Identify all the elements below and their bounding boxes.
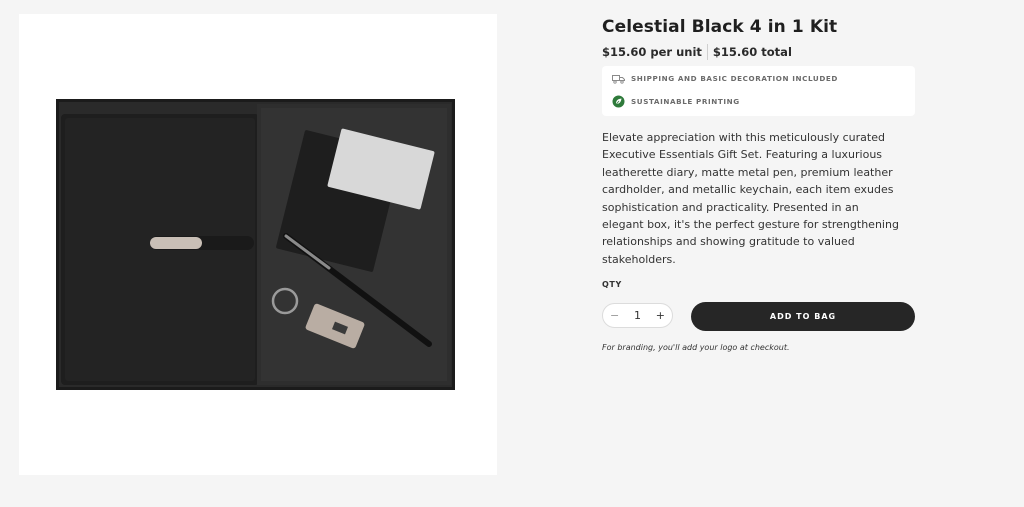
perks-box: SHIPPING AND BASIC DECORATION INCLUDED S… (602, 66, 915, 116)
truck-icon (612, 72, 625, 85)
qty-value[interactable]: 1 (634, 309, 641, 322)
qty-increase-button[interactable]: + (656, 309, 665, 322)
branding-note: For branding, you'll add your logo at ch… (602, 343, 790, 353)
product-page: Celestial Black 4 in 1 Kit $15.60 per un… (0, 0, 1024, 507)
perk-sustainable-label: SUSTAINABLE PRINTING (631, 97, 740, 106)
perk-sustainable: SUSTAINABLE PRINTING (612, 95, 740, 108)
price-row: $15.60 per unit $15.60 total (602, 43, 915, 61)
product-title: Celestial Black 4 in 1 Kit (602, 17, 838, 37)
leaf-icon (612, 95, 625, 108)
buy-row: − 1 + ADD TO BAG (602, 302, 915, 332)
product-info: Celestial Black 4 in 1 Kit $15.60 per un… (602, 14, 915, 352)
qty-decrease-button[interactable]: − (610, 309, 619, 322)
total-price: $15.60 total (712, 45, 792, 59)
product-description: Elevate appreciation with this meticulou… (602, 131, 899, 266)
product-image (19, 14, 497, 475)
perk-shipping: SHIPPING AND BASIC DECORATION INCLUDED (612, 72, 838, 85)
qty-label: QTY (602, 280, 622, 290)
gift-set-photo (56, 99, 455, 390)
quantity-stepper[interactable]: − 1 + (602, 303, 673, 329)
price-divider (706, 44, 708, 60)
unit-price: $15.60 per unit (602, 45, 702, 59)
add-to-bag-button[interactable]: ADD TO BAG (691, 302, 915, 332)
perk-shipping-label: SHIPPING AND BASIC DECORATION INCLUDED (631, 74, 838, 83)
